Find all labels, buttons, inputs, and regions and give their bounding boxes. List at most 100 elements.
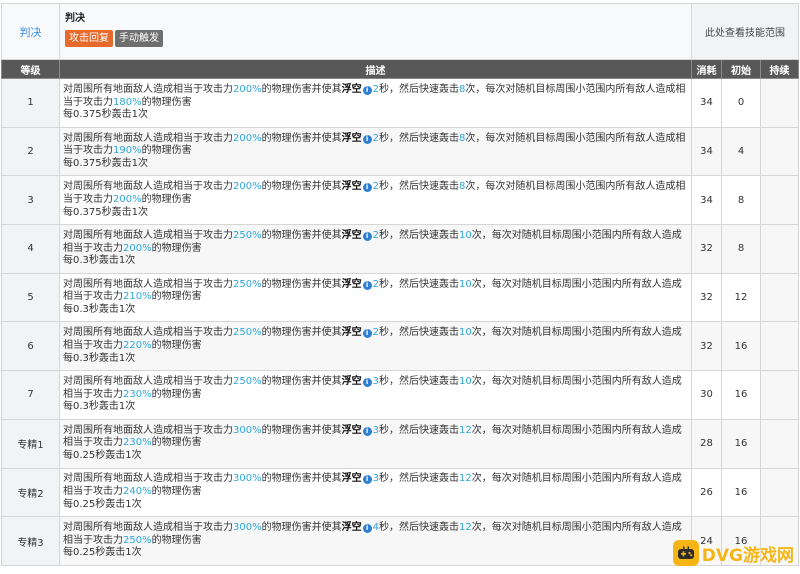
- info-icon[interactable]: i: [362, 85, 372, 95]
- description-cell: 对周围所有地面敌人造成相当于攻击力250%的物理伤害并使其浮空 i 2秒，然后快速轰…: [59, 321, 692, 372]
- description-cell: 对周围所有地面敌人造成相当于攻击力200%的物理伤害并使其浮空 i 2秒，然后快速轰…: [59, 126, 692, 177]
- bombard-count: 12: [458, 424, 472, 436]
- info-icon[interactable]: i: [362, 426, 372, 436]
- airborne-keyword[interactable]: 浮空: [342, 522, 362, 533]
- skill-title: 判决: [65, 13, 85, 24]
- initial-cell: 16: [721, 418, 761, 469]
- col-header-cost: 消耗: [691, 59, 722, 79]
- description-cell: 对周围所有地面敌人造成相当于攻击力250%的物理伤害并使其浮空 i 2秒，然后快速轰…: [59, 224, 692, 274]
- initial-cell: 12: [721, 272, 761, 323]
- level-cell: 7: [1, 370, 60, 420]
- view-range-link[interactable]: 此处查看技能范围: [691, 3, 799, 60]
- initial-cell: 8: [721, 175, 761, 226]
- info-icon[interactable]: i: [362, 378, 372, 388]
- table-row: 7 对周围所有地面敌人造成相当于攻击力250%的物理伤害并使其浮空 i 3秒，然后快速…: [1, 370, 799, 420]
- level-cell: 专精1: [1, 418, 60, 469]
- duration-cell: [760, 370, 799, 420]
- info-icon[interactable]: i: [362, 134, 372, 144]
- level-cell: 专精2: [1, 467, 60, 518]
- atk-ratio-secondary: 200%: [113, 193, 142, 205]
- airborne-keyword[interactable]: 浮空: [342, 133, 362, 144]
- cost-cell: 34: [691, 78, 722, 128]
- airborne-keyword[interactable]: 浮空: [342, 279, 362, 290]
- bombard-interval: 每0.3秒轰击1次: [63, 303, 136, 315]
- duration-cell: [760, 126, 799, 177]
- initial-cell: 16: [721, 467, 761, 518]
- airborne-keyword[interactable]: 浮空: [342, 327, 362, 338]
- table-row: 2 对周围所有地面敌人造成相当于攻击力200%的物理伤害并使其浮空 i 2秒，然后快速…: [1, 126, 799, 177]
- bombard-count: 12: [458, 473, 472, 485]
- atk-ratio-primary: 300%: [233, 522, 262, 534]
- description-cell: 对周围所有地面敌人造成相当于攻击力300%的物理伤害并使其浮空 i 3秒，然后快速轰…: [59, 418, 692, 469]
- duration-cell: [760, 321, 799, 372]
- table-row: 5 对周围所有地面敌人造成相当于攻击力250%的物理伤害并使其浮空 i 2秒，然后快速…: [1, 272, 799, 323]
- cost-cell: 30: [691, 370, 722, 420]
- description-cell: 对周围所有地面敌人造成相当于攻击力200%的物理伤害并使其浮空 i 2秒，然后快速轰…: [59, 175, 692, 226]
- airborne-keyword[interactable]: 浮空: [342, 181, 362, 192]
- atk-ratio-secondary: 210%: [123, 291, 152, 303]
- bombard-interval: 每0.375秒轰击1次: [63, 206, 148, 218]
- info-icon[interactable]: i: [362, 475, 372, 485]
- judgment-tab[interactable]: 判决: [1, 3, 60, 60]
- duration-cell: [760, 418, 799, 469]
- table-row: 专精2 对周围所有地面敌人造成相当于攻击力300%的物理伤害并使其浮空 i 3秒，然后…: [1, 467, 799, 518]
- skill-table-container: 判决 判决 攻击回复 手动触发 此处查看技能范围 等级 描述 消耗 初始 持续 1…: [1, 3, 799, 566]
- level-cell: 专精3: [1, 516, 60, 566]
- bombard-interval: 每0.3秒轰击1次: [63, 352, 136, 364]
- atk-ratio-secondary: 230%: [123, 437, 152, 449]
- level-cell: 6: [1, 321, 60, 372]
- description-cell: 对周围所有地面敌人造成相当于攻击力200%的物理伤害并使其浮空 i 2秒，然后快速轰…: [59, 78, 692, 128]
- level-cell: 3: [1, 175, 60, 226]
- bombard-count: 12: [458, 522, 472, 534]
- airborne-keyword[interactable]: 浮空: [342, 230, 362, 241]
- bombard-interval: 每0.375秒轰击1次: [63, 157, 148, 169]
- col-header-description: 描述: [59, 59, 692, 79]
- info-icon[interactable]: i: [362, 280, 372, 290]
- airborne-keyword[interactable]: 浮空: [342, 376, 362, 387]
- skill-header-row: 判决 判决 攻击回复 手动触发 此处查看技能范围: [1, 3, 799, 60]
- atk-ratio-primary: 300%: [233, 473, 262, 485]
- duration-cell: [760, 78, 799, 128]
- initial-cell: 0: [721, 78, 761, 128]
- level-cell: 2: [1, 126, 60, 177]
- info-icon[interactable]: i: [362, 524, 372, 534]
- info-icon[interactable]: i: [362, 329, 372, 339]
- atk-ratio-secondary: 230%: [123, 388, 152, 400]
- atk-ratio-primary: 200%: [233, 181, 262, 193]
- airborne-keyword[interactable]: 浮空: [342, 84, 362, 95]
- skill-table: 判决 判决 攻击回复 手动触发 此处查看技能范围 等级 描述 消耗 初始 持续 1…: [1, 3, 799, 566]
- info-icon[interactable]: i: [362, 232, 372, 242]
- bombard-interval: 每0.375秒轰击1次: [63, 109, 148, 121]
- cost-cell: 34: [691, 126, 722, 177]
- cost-cell: 26: [691, 467, 722, 518]
- duration-cell: [760, 467, 799, 518]
- bombard-interval: 每0.3秒轰击1次: [63, 255, 136, 267]
- duration-cell: [760, 272, 799, 323]
- airborne-keyword[interactable]: 浮空: [342, 425, 362, 436]
- col-header-initial: 初始: [721, 59, 761, 79]
- description-cell: 对周围所有地面敌人造成相当于攻击力300%的物理伤害并使其浮空 i 4秒，然后快速轰…: [59, 516, 692, 566]
- table-row: 3 对周围所有地面敌人造成相当于攻击力200%的物理伤害并使其浮空 i 2秒，然后快速…: [1, 175, 799, 226]
- cost-cell: 32: [691, 224, 722, 274]
- airborne-keyword[interactable]: 浮空: [342, 473, 362, 484]
- col-header-level: 等级: [1, 59, 60, 79]
- column-header-row: 等级 描述 消耗 初始 持续: [1, 59, 799, 79]
- recovery-type-tag: 攻击回复: [65, 30, 113, 47]
- atk-ratio-secondary: 180%: [113, 96, 142, 108]
- bombard-count: 10: [458, 278, 472, 290]
- col-header-duration: 持续: [760, 59, 799, 79]
- cost-cell: 32: [691, 321, 722, 372]
- cost-cell: 28: [691, 418, 722, 469]
- atk-ratio-primary: 250%: [233, 230, 262, 242]
- info-icon[interactable]: i: [362, 183, 372, 193]
- level-cell: 1: [1, 78, 60, 128]
- atk-ratio-primary: 300%: [233, 424, 262, 436]
- watermark-text: DVG游戏网: [701, 545, 794, 566]
- description-cell: 对周围所有地面敌人造成相当于攻击力300%的物理伤害并使其浮空 i 3秒，然后快速轰…: [59, 467, 692, 518]
- description-cell: 对周围所有地面敌人造成相当于攻击力250%的物理伤害并使其浮空 i 3秒，然后快速轰…: [59, 370, 692, 420]
- bombard-count: 10: [458, 376, 472, 388]
- initial-cell: 16: [721, 321, 761, 372]
- atk-ratio-primary: 250%: [233, 376, 262, 388]
- bombard-count: 10: [458, 230, 472, 242]
- duration-cell: [760, 224, 799, 274]
